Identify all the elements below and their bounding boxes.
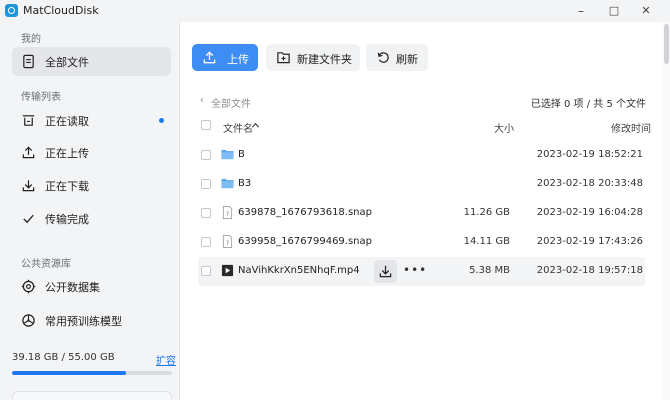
dataset-icon	[21, 279, 36, 294]
upload-button-label: 上传	[227, 53, 249, 66]
sidebar-item-models[interactable]: 常用预训练模型	[12, 306, 171, 335]
sidebar-item-label: 常用预训练模型	[45, 315, 122, 328]
refresh-button[interactable]: 刷新	[366, 44, 428, 71]
vertical-scrollbar[interactable]	[663, 22, 670, 400]
file-date: 2023-02-18 20:33:48	[536, 178, 643, 189]
reading-icon	[22, 115, 35, 126]
sidebar-item-done[interactable]: 传输完成	[12, 204, 171, 233]
section-label-mine: 我的	[21, 34, 41, 45]
minimize-button[interactable]: –	[567, 2, 595, 20]
row-checkbox[interactable]	[201, 179, 211, 189]
section-label-public: 公共资源库	[21, 259, 71, 270]
file-name[interactable]: NaVihKkrXn5ENhqF.mp4	[238, 265, 360, 276]
column-header-date[interactable]: 修改时间	[611, 120, 651, 135]
svg-text:?: ?	[226, 239, 229, 247]
expand-storage-link[interactable]: 扩容	[156, 352, 176, 367]
table-row[interactable]: ? 639958_1676799469.snap 14.11 GB 2023-0…	[198, 228, 645, 257]
breadcrumb-current[interactable]: 全部文件	[211, 95, 251, 110]
select-all-checkbox[interactable]	[201, 120, 211, 130]
close-button[interactable]: ✕	[632, 2, 660, 20]
row-checkbox[interactable]	[201, 150, 211, 160]
new-folder-button[interactable]: 新建文件夹	[266, 44, 360, 71]
sort-ascending-icon[interactable]	[251, 121, 260, 130]
model-icon	[22, 314, 35, 327]
app-logo-icon	[5, 4, 18, 17]
sidebar-item-label: 公开数据集	[45, 281, 100, 294]
sidebar-bottom-panel	[12, 391, 172, 400]
new-folder-icon	[277, 52, 290, 64]
check-icon	[23, 214, 34, 224]
document-icon	[23, 54, 34, 69]
sidebar-item-label: 正在上传	[45, 147, 89, 160]
file-name[interactable]: B3	[238, 178, 251, 189]
file-size: 5.38 MB	[469, 265, 510, 276]
upload-icon	[203, 51, 216, 64]
row-more-button[interactable]: •••	[403, 263, 427, 277]
upload-button[interactable]: 上传	[192, 44, 258, 71]
file-date: 2023-02-19 17:43:26	[536, 236, 643, 247]
sidebar-item-reading[interactable]: 正在读取	[12, 106, 171, 135]
unknown-file-icon: ?	[222, 206, 233, 219]
sidebar-item-uploading[interactable]: 正在上传	[12, 138, 171, 167]
sidebar-item-label: 全部文件	[45, 56, 89, 69]
storage-progress-fill	[12, 371, 126, 375]
sidebar: 我的 全部文件 传输列表 正在读取 正在上传 正在下载 传输完成 公共资源库 公…	[0, 22, 180, 400]
table-row[interactable]: B 2023-02-19 18:52:21	[198, 141, 645, 170]
file-name[interactable]: B	[238, 149, 245, 160]
sidebar-item-datasets[interactable]: 公开数据集	[12, 272, 171, 301]
storage-progress-bar	[12, 371, 172, 375]
file-date: 2023-02-18 19:57:18	[536, 265, 643, 276]
scrollbar-thumb[interactable]	[664, 24, 669, 64]
file-date: 2023-02-19 18:52:21	[536, 149, 643, 160]
file-size: 14.11 GB	[463, 236, 510, 247]
title-bar: MatCloudDisk – □ ✕	[0, 0, 670, 22]
upload-icon	[22, 146, 35, 159]
column-header-name[interactable]: 文件名	[223, 120, 253, 135]
folder-icon	[221, 149, 234, 160]
row-checkbox[interactable]	[201, 208, 211, 218]
storage-usage-text: 39.18 GB / 55.00 GB	[12, 352, 115, 363]
sidebar-item-label: 传输完成	[45, 213, 89, 226]
selection-info: 已选择 0 项 / 共 5 个文件	[530, 99, 646, 110]
svg-text:?: ?	[226, 210, 229, 218]
maximize-button[interactable]: □	[600, 2, 628, 20]
unknown-file-icon: ?	[222, 235, 233, 248]
file-size: 11.26 GB	[463, 207, 510, 218]
file-name[interactable]: 639958_1676799469.snap	[238, 236, 372, 247]
breadcrumb-back-icon[interactable]: ‹	[200, 95, 204, 106]
column-header-size[interactable]: 大小	[494, 120, 514, 135]
row-checkbox[interactable]	[201, 237, 211, 247]
table-row[interactable]: ? 639878_1676793618.snap 11.26 GB 2023-0…	[198, 199, 645, 228]
activity-dot	[159, 118, 164, 123]
folder-icon	[221, 178, 234, 189]
sidebar-item-label: 正在下载	[45, 180, 89, 193]
file-name[interactable]: 639878_1676793618.snap	[238, 207, 372, 218]
row-checkbox[interactable]	[201, 266, 211, 276]
video-file-icon	[221, 264, 234, 277]
section-label-transfer: 传输列表	[21, 92, 61, 103]
sidebar-item-label: 正在读取	[45, 115, 89, 128]
table-row[interactable]: NaVihKkrXn5ENhqF.mp4 ••• 5.38 MB 2023-02…	[198, 257, 645, 286]
sidebar-item-all-files[interactable]: 全部文件	[12, 47, 171, 76]
new-folder-button-label: 新建文件夹	[297, 53, 352, 66]
table-row[interactable]: B3 2023-02-18 20:33:48	[198, 170, 645, 199]
sidebar-item-downloading[interactable]: 正在下载	[12, 171, 171, 200]
download-icon	[22, 180, 35, 192]
row-download-button[interactable]	[374, 260, 397, 283]
file-date: 2023-02-19 16:04:28	[536, 207, 643, 218]
refresh-button-label: 刷新	[396, 53, 418, 66]
refresh-icon	[377, 52, 389, 63]
app-title: MatCloudDisk	[23, 4, 99, 17]
download-icon	[379, 265, 392, 278]
